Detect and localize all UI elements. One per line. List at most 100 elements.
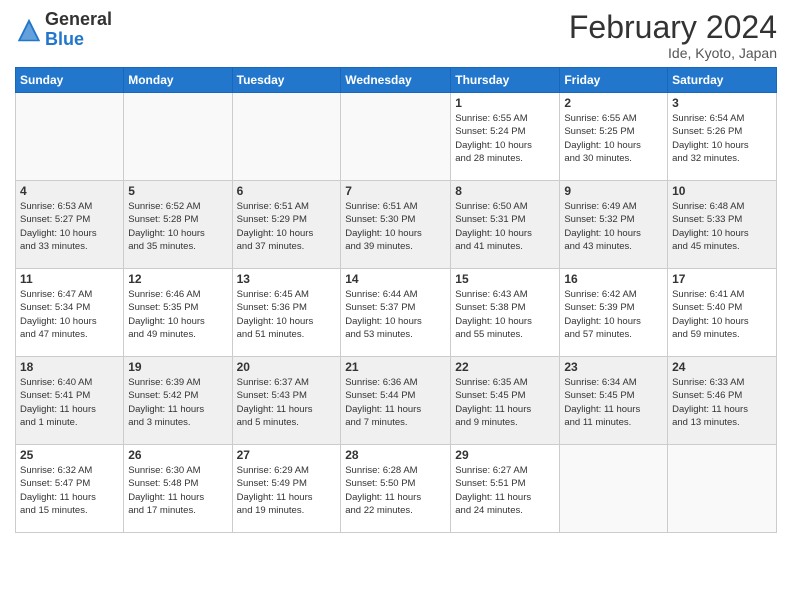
- calendar-cell: [341, 93, 451, 181]
- calendar-cell: 15 Sunrise: 6:43 AM Sunset: 5:38 PM Dayli…: [451, 269, 560, 357]
- day-number: 21: [345, 360, 446, 374]
- month-year: February 2024: [569, 10, 777, 45]
- calendar-cell: 10 Sunrise: 6:48 AM Sunset: 5:33 PM Dayli…: [668, 181, 777, 269]
- day-number: 2: [564, 96, 663, 110]
- calendar-cell: 11 Sunrise: 6:47 AM Sunset: 5:34 PM Dayli…: [16, 269, 124, 357]
- day-number: 4: [20, 184, 119, 198]
- calendar-cell: 17 Sunrise: 6:41 AM Sunset: 5:40 PM Dayli…: [668, 269, 777, 357]
- day-info: Sunrise: 6:37 AM Sunset: 5:43 PM Dayligh…: [237, 376, 337, 429]
- calendar-cell: 24Sunrise: 6:33 AM Sunset: 5:46 PM Dayli…: [668, 357, 777, 445]
- day-info: Sunrise: 6:33 AM Sunset: 5:46 PM Dayligh…: [672, 376, 772, 429]
- header: General Blue February 2024 Ide, Kyoto, J…: [15, 10, 777, 61]
- calendar-cell: 6Sunrise: 6:51 AM Sunset: 5:29 PM Daylig…: [232, 181, 341, 269]
- day-number: 1: [455, 96, 555, 110]
- day-number: 7: [345, 184, 446, 198]
- col-saturday: Saturday: [668, 68, 777, 93]
- col-wednesday: Wednesday: [341, 68, 451, 93]
- day-number: 13: [237, 272, 337, 286]
- day-number: 6: [237, 184, 337, 198]
- calendar-cell: 28 Sunrise: 6:28 AM Sunset: 5:50 PM Dayli…: [341, 445, 451, 533]
- calendar-cell: 19Sunrise: 6:39 AM Sunset: 5:42 PM Dayli…: [124, 357, 232, 445]
- day-info: Sunrise: 6:27 AM Sunset: 5:51 PM Dayligh…: [455, 464, 555, 517]
- title-block: February 2024 Ide, Kyoto, Japan: [569, 10, 777, 61]
- day-number: 11: [20, 272, 119, 286]
- calendar-cell: 27 Sunrise: 6:29 AM Sunset: 5:49 PM Dayli…: [232, 445, 341, 533]
- calendar-cell: 5 Sunrise: 6:52 AM Sunset: 5:28 PM Daylig…: [124, 181, 232, 269]
- calendar-week-3: 11 Sunrise: 6:47 AM Sunset: 5:34 PM Dayli…: [16, 269, 777, 357]
- day-info: Sunrise: 6:50 AM Sunset: 5:31 PM Dayligh…: [455, 200, 555, 253]
- calendar-cell: 8 Sunrise: 6:50 AM Sunset: 5:31 PM Daylig…: [451, 181, 560, 269]
- day-info: Sunrise: 6:47 AM Sunset: 5:34 PM Dayligh…: [20, 288, 119, 341]
- col-monday: Monday: [124, 68, 232, 93]
- day-number: 16: [564, 272, 663, 286]
- calendar-page: General Blue February 2024 Ide, Kyoto, J…: [0, 0, 792, 612]
- day-info: Sunrise: 6:36 AM Sunset: 5:44 PM Dayligh…: [345, 376, 446, 429]
- calendar-cell: 16 Sunrise: 6:42 AM Sunset: 5:39 PM Dayli…: [560, 269, 668, 357]
- day-info: Sunrise: 6:51 AM Sunset: 5:30 PM Dayligh…: [345, 200, 446, 253]
- calendar-cell: 4 Sunrise: 6:53 AM Sunset: 5:27 PM Daylig…: [16, 181, 124, 269]
- col-friday: Friday: [560, 68, 668, 93]
- calendar-cell: [124, 93, 232, 181]
- day-info: Sunrise: 6:28 AM Sunset: 5:50 PM Dayligh…: [345, 464, 446, 517]
- day-info: Sunrise: 6:44 AM Sunset: 5:37 PM Dayligh…: [345, 288, 446, 341]
- calendar-cell: 29 Sunrise: 6:27 AM Sunset: 5:51 PM Dayli…: [451, 445, 560, 533]
- day-number: 22: [455, 360, 555, 374]
- col-tuesday: Tuesday: [232, 68, 341, 93]
- logo-blue-text: Blue: [45, 30, 112, 50]
- day-info: Sunrise: 6:41 AM Sunset: 5:40 PM Dayligh…: [672, 288, 772, 341]
- day-info: Sunrise: 6:40 AM Sunset: 5:41 PM Dayligh…: [20, 376, 119, 429]
- day-info: Sunrise: 6:53 AM Sunset: 5:27 PM Dayligh…: [20, 200, 119, 253]
- calendar-cell: 26Sunrise: 6:30 AM Sunset: 5:48 PM Dayli…: [124, 445, 232, 533]
- calendar-cell: 9 Sunrise: 6:49 AM Sunset: 5:32 PM Daylig…: [560, 181, 668, 269]
- day-number: 28: [345, 448, 446, 462]
- logo-general-text: General: [45, 10, 112, 30]
- day-number: 8: [455, 184, 555, 198]
- day-info: Sunrise: 6:42 AM Sunset: 5:39 PM Dayligh…: [564, 288, 663, 341]
- day-number: 18: [20, 360, 119, 374]
- day-number: 12: [128, 272, 227, 286]
- day-number: 3: [672, 96, 772, 110]
- day-info: Sunrise: 6:35 AM Sunset: 5:45 PM Dayligh…: [455, 376, 555, 429]
- calendar-cell: 3Sunrise: 6:54 AM Sunset: 5:26 PM Daylig…: [668, 93, 777, 181]
- col-sunday: Sunday: [16, 68, 124, 93]
- day-number: 10: [672, 184, 772, 198]
- col-thursday: Thursday: [451, 68, 560, 93]
- day-info: Sunrise: 6:34 AM Sunset: 5:45 PM Dayligh…: [564, 376, 663, 429]
- day-number: 9: [564, 184, 663, 198]
- day-info: Sunrise: 6:45 AM Sunset: 5:36 PM Dayligh…: [237, 288, 337, 341]
- calendar-table: Sunday Monday Tuesday Wednesday Thursday…: [15, 67, 777, 533]
- calendar-cell: 14 Sunrise: 6:44 AM Sunset: 5:37 PM Dayli…: [341, 269, 451, 357]
- calendar-cell: 20Sunrise: 6:37 AM Sunset: 5:43 PM Dayli…: [232, 357, 341, 445]
- day-info: Sunrise: 6:52 AM Sunset: 5:28 PM Dayligh…: [128, 200, 227, 253]
- day-number: 19: [128, 360, 227, 374]
- day-number: 15: [455, 272, 555, 286]
- calendar-week-2: 4 Sunrise: 6:53 AM Sunset: 5:27 PM Daylig…: [16, 181, 777, 269]
- calendar-cell: 23 Sunrise: 6:34 AM Sunset: 5:45 PM Dayli…: [560, 357, 668, 445]
- calendar-cell: 18 Sunrise: 6:40 AM Sunset: 5:41 PM Dayli…: [16, 357, 124, 445]
- day-number: 23: [564, 360, 663, 374]
- day-number: 29: [455, 448, 555, 462]
- calendar-cell: 12 Sunrise: 6:46 AM Sunset: 5:35 PM Dayli…: [124, 269, 232, 357]
- day-info: Sunrise: 6:46 AM Sunset: 5:35 PM Dayligh…: [128, 288, 227, 341]
- day-info: Sunrise: 6:29 AM Sunset: 5:49 PM Dayligh…: [237, 464, 337, 517]
- day-number: 14: [345, 272, 446, 286]
- calendar-cell: 2Sunrise: 6:55 AM Sunset: 5:25 PM Daylig…: [560, 93, 668, 181]
- day-info: Sunrise: 6:30 AM Sunset: 5:48 PM Dayligh…: [128, 464, 227, 517]
- calendar-cell: [560, 445, 668, 533]
- day-info: Sunrise: 6:32 AM Sunset: 5:47 PM Dayligh…: [20, 464, 119, 517]
- day-info: Sunrise: 6:49 AM Sunset: 5:32 PM Dayligh…: [564, 200, 663, 253]
- day-number: 5: [128, 184, 227, 198]
- day-number: 17: [672, 272, 772, 286]
- calendar-cell: 1Sunrise: 6:55 AM Sunset: 5:24 PM Daylig…: [451, 93, 560, 181]
- calendar-cell: [16, 93, 124, 181]
- calendar-cell: 7 Sunrise: 6:51 AM Sunset: 5:30 PM Daylig…: [341, 181, 451, 269]
- logo: General Blue: [15, 10, 112, 50]
- logo-text: General Blue: [45, 10, 112, 50]
- calendar-week-1: 1Sunrise: 6:55 AM Sunset: 5:24 PM Daylig…: [16, 93, 777, 181]
- day-info: Sunrise: 6:43 AM Sunset: 5:38 PM Dayligh…: [455, 288, 555, 341]
- calendar-week-4: 18 Sunrise: 6:40 AM Sunset: 5:41 PM Dayli…: [16, 357, 777, 445]
- header-row: Sunday Monday Tuesday Wednesday Thursday…: [16, 68, 777, 93]
- calendar-cell: [668, 445, 777, 533]
- day-info: Sunrise: 6:48 AM Sunset: 5:33 PM Dayligh…: [672, 200, 772, 253]
- day-number: 27: [237, 448, 337, 462]
